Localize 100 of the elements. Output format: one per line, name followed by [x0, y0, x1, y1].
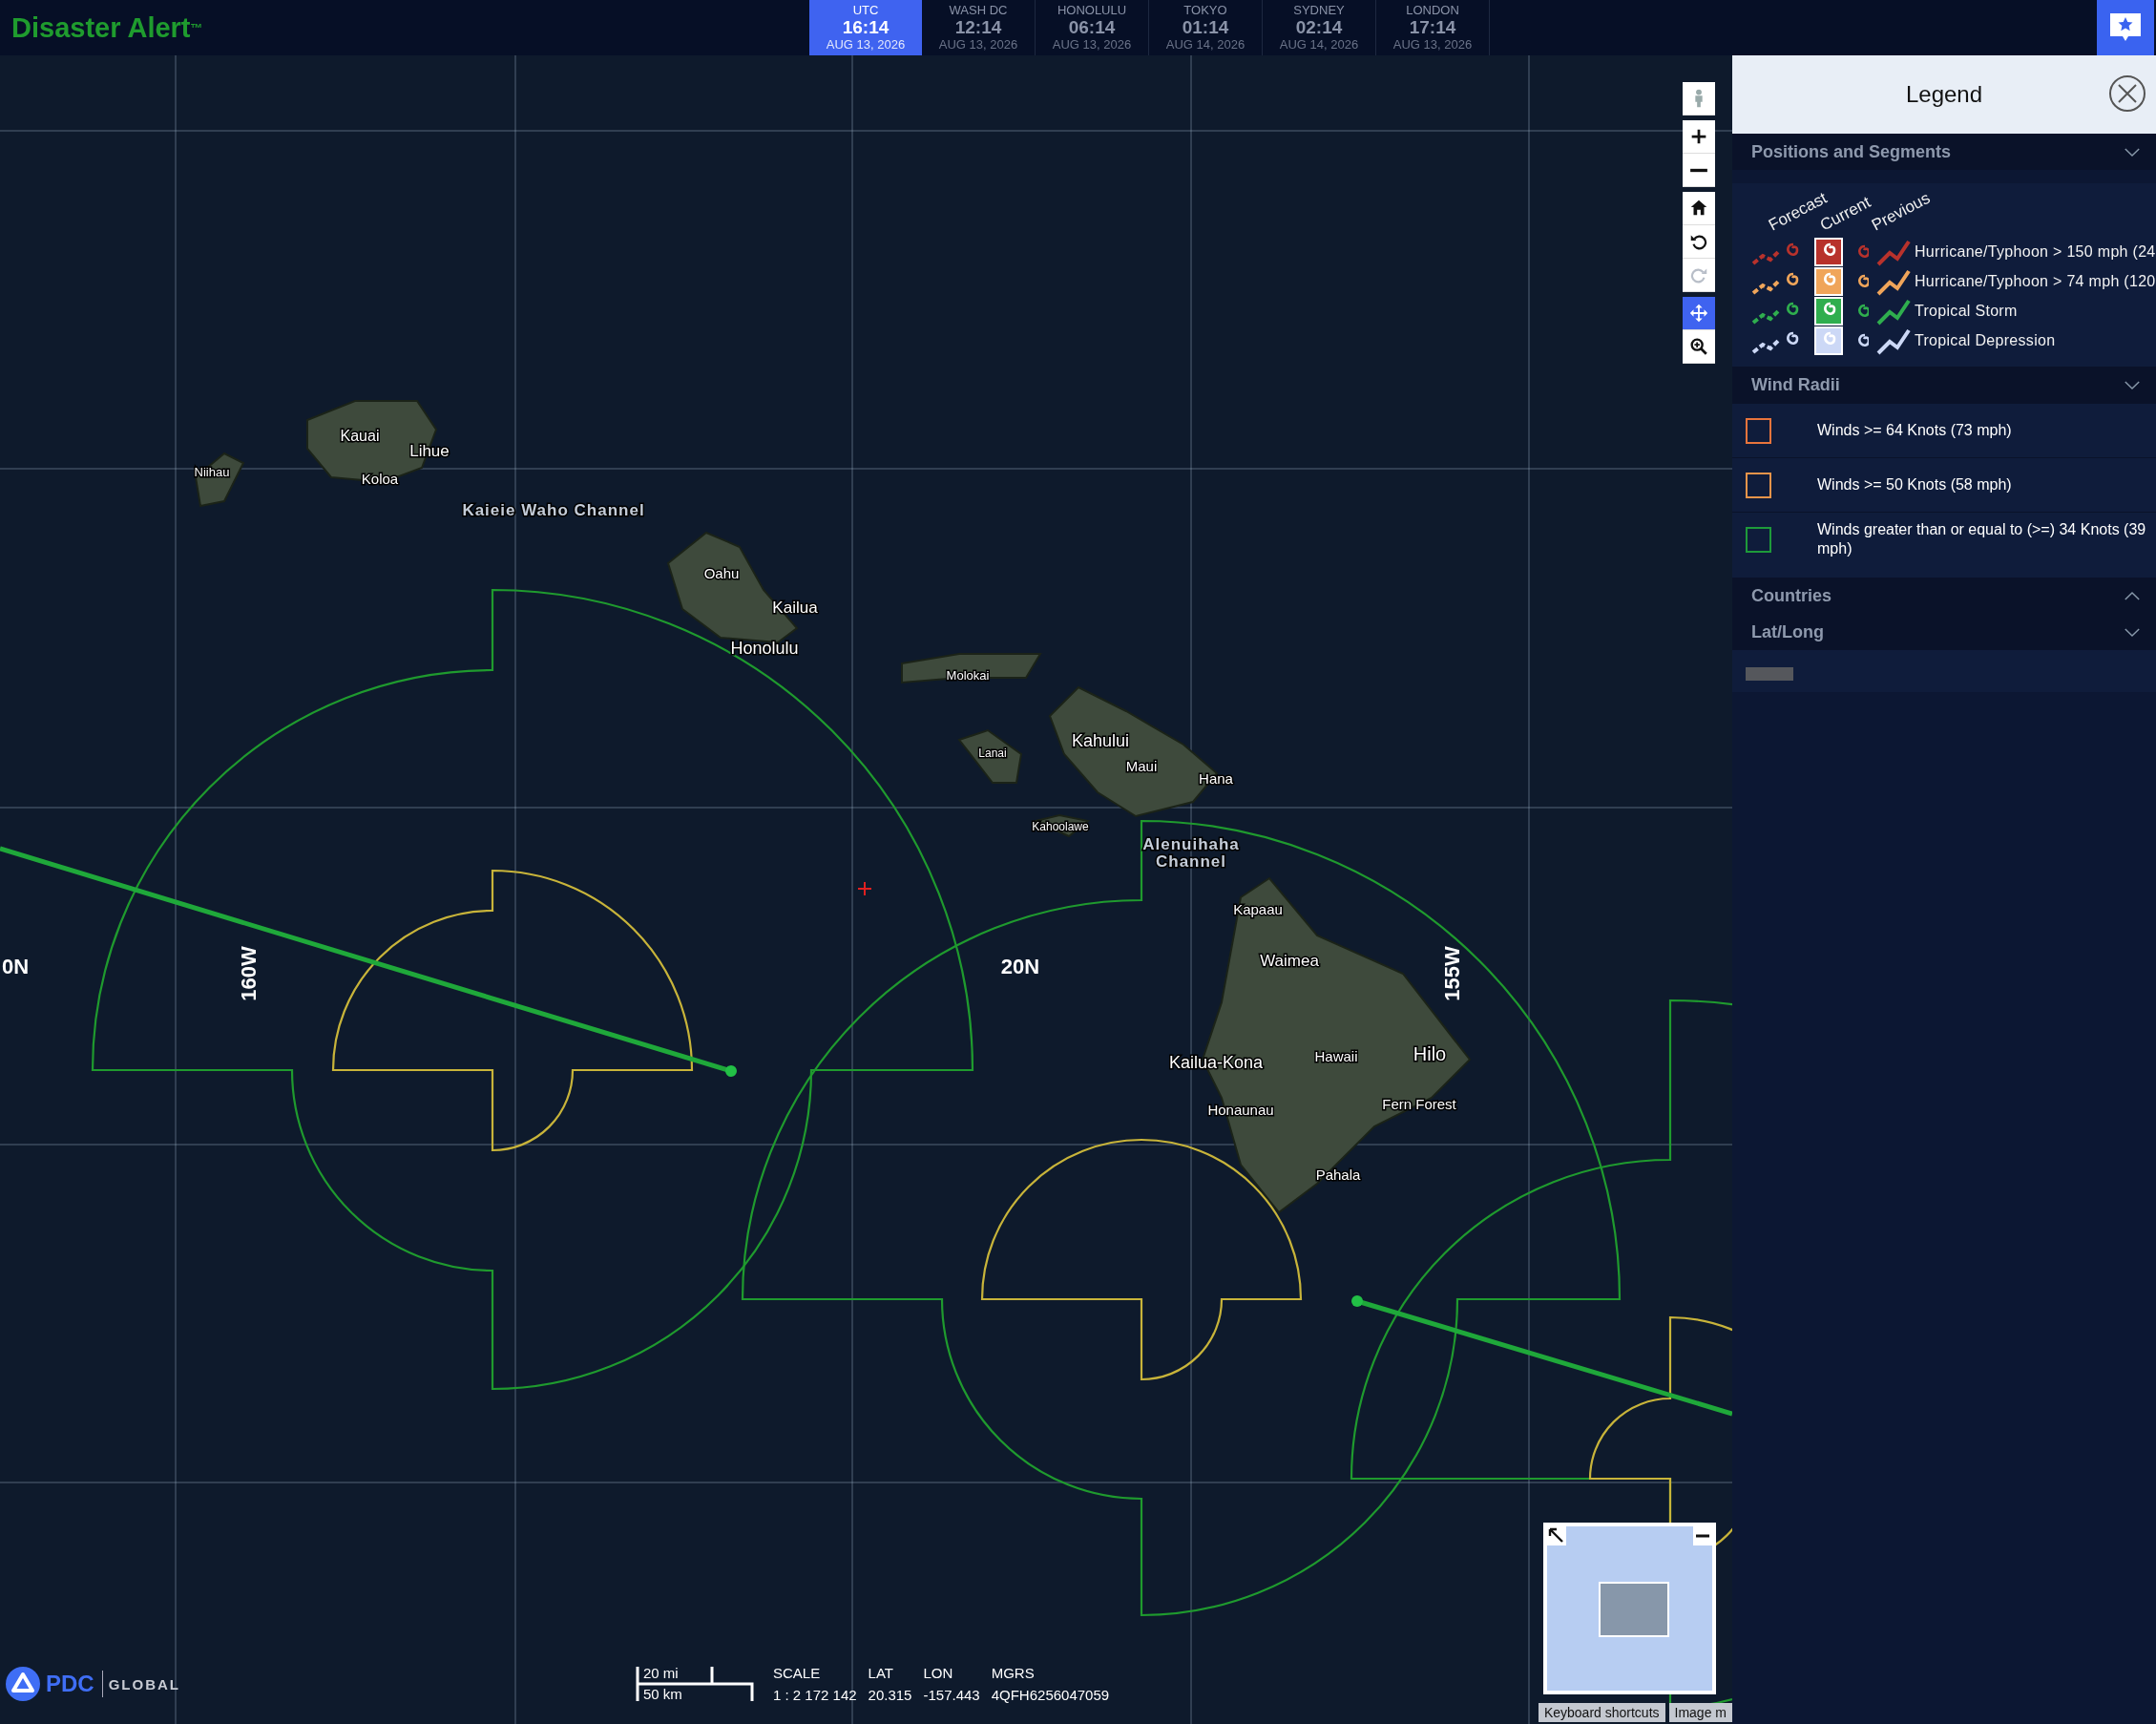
longitude-label: 160W	[236, 946, 261, 1001]
section-title: Wind Radii	[1751, 374, 1840, 395]
place-label: Kailua-Kona	[1168, 1052, 1264, 1072]
clock-time: 12:14	[954, 17, 1002, 38]
clock-time: 02:14	[1295, 17, 1343, 38]
legend-title: Legend	[1905, 81, 1983, 108]
place-label: Koloa	[361, 470, 399, 487]
scale-kilometers: 50 km	[643, 1686, 682, 1702]
clock-time: 06:14	[1068, 17, 1116, 38]
current-position-icon	[1814, 296, 1843, 326]
home-button[interactable]	[1683, 192, 1715, 225]
place-label: Niihau	[194, 465, 230, 480]
readout-value: 4QFH6256047059	[991, 1687, 1110, 1703]
clock-time: 17:14	[1409, 17, 1456, 38]
place-label: Waimea	[1260, 952, 1319, 971]
readout-value: 20.315	[868, 1687, 912, 1703]
scale-miles: 20 mi	[643, 1665, 679, 1681]
legend-label: Tropical Storm	[1915, 302, 2018, 320]
place-label: Lanai	[978, 746, 1007, 761]
legend-label: Winds greater than or equal to (>=) 34 Knots (39 mph)	[1817, 520, 2146, 558]
satellite-map[interactable]	[0, 55, 1732, 1724]
attribution-link[interactable]: Keyboard shortcuts	[1538, 1703, 1665, 1722]
place-label: Molokai	[946, 668, 990, 683]
app-logo: Disaster Alert$^{™}$	[10, 11, 204, 45]
clock-date: AUG 14, 2026	[1165, 38, 1245, 52]
legend-label: Hurricane/Typhoon > 150 mph (24	[1915, 242, 2156, 261]
place-label: Kapaau	[1233, 900, 1283, 917]
place-label: Honolulu	[730, 638, 799, 658]
previous-position-icon	[1856, 273, 1869, 289]
clock-date: AUG 13, 2026	[1392, 38, 1473, 52]
chevron-down-icon[interactable]	[2124, 379, 2141, 390]
place-label: Fern Forest	[1382, 1095, 1456, 1112]
clock-date: AUG 14, 2026	[1279, 38, 1359, 52]
current-position-icon	[1814, 326, 1843, 355]
place-label: Kailua	[772, 599, 818, 618]
chevron-down-icon[interactable]	[2124, 626, 2141, 638]
clock-city: WASH DC	[949, 4, 1008, 17]
crosshair-icon	[857, 881, 872, 896]
brand-suffix: GLOBAL	[108, 1675, 180, 1692]
previous-position-icon	[1856, 243, 1869, 260]
readout-value: -157.443	[923, 1687, 980, 1703]
place-label: Hilo	[1413, 1043, 1447, 1065]
clock-date: AUG 13, 2026	[938, 38, 1018, 52]
clock-tab[interactable]: UTC 16:14 AUG 13, 2026	[809, 0, 922, 55]
legend-label: Winds >= 64 Knots (73 mph)	[1817, 421, 2012, 440]
section-header[interactable]: Positions and Segments	[1732, 134, 2156, 170]
current-position-icon	[1814, 237, 1843, 266]
gridline-swatch-icon	[1746, 667, 1793, 681]
readout-label: LAT	[868, 1665, 894, 1681]
place-label: Kahoolawe	[1032, 820, 1089, 834]
chevron-down-icon[interactable]	[2124, 146, 2141, 158]
readout-label: SCALE	[773, 1665, 822, 1681]
minus-icon	[1689, 166, 1708, 174]
clock-city: HONOLULU	[1057, 4, 1127, 17]
readout-label: LON	[923, 1665, 954, 1681]
place-label: Pahala	[1315, 1166, 1361, 1183]
rotate-left-button[interactable]	[1683, 225, 1715, 259]
alerts-button[interactable]	[2097, 0, 2154, 55]
section-title: Positions and Segments	[1751, 141, 1952, 162]
magnifier-plus-icon	[1688, 336, 1709, 357]
place-label: Hawaii	[1314, 1047, 1358, 1064]
section-title: Countries	[1751, 585, 1832, 606]
clock-date: AUG 13, 2026	[826, 38, 906, 52]
current-position-icon	[1814, 266, 1843, 296]
longitude-label: 155W	[1439, 946, 1464, 1001]
triangle-logo-icon	[6, 1667, 40, 1701]
clock-time: 16:14	[842, 17, 890, 38]
previous-position-icon	[1856, 332, 1869, 348]
move-arrows-icon	[1688, 303, 1709, 324]
chevron-up-icon[interactable]	[2124, 590, 2141, 601]
readout-label: MGRS	[991, 1665, 1036, 1681]
pan-button[interactable]	[1683, 297, 1715, 330]
place-label: Honaunau	[1207, 1101, 1274, 1118]
zoom-out-button[interactable]	[1683, 154, 1715, 187]
zoom-box-button[interactable]	[1683, 330, 1715, 364]
section-header[interactable]: Lat/Long	[1732, 614, 2156, 650]
channel-label: Alenuihaha Channel	[1142, 835, 1240, 872]
star-pin-icon	[2110, 12, 2141, 43]
clock-city: SYDNEY	[1293, 4, 1345, 17]
place-label: Kauai	[340, 428, 380, 445]
legend-label: Winds >= 50 Knots (58 mph)	[1817, 475, 2012, 494]
clock-time: 01:14	[1182, 17, 1229, 38]
section-header[interactable]: Wind Radii	[1732, 367, 2156, 403]
attribution-link[interactable]: Image m	[1668, 1703, 1732, 1722]
previous-position-icon	[1856, 303, 1869, 319]
place-label: Lihue	[409, 442, 450, 461]
section-title: Lat/Long	[1751, 621, 1824, 642]
zoom-in-button[interactable]	[1683, 120, 1715, 154]
place-label: Maui	[1125, 757, 1158, 774]
latitude-label: 0N	[2, 954, 30, 978]
close-icon[interactable]	[2108, 74, 2146, 113]
overview-viewport[interactable]	[1599, 1582, 1669, 1637]
section-header[interactable]: Countries	[1732, 578, 2156, 614]
clock-date: AUG 13, 2026	[1052, 38, 1132, 52]
brand-name: PDC	[46, 1671, 103, 1697]
scale-bar-icon	[636, 1665, 754, 1703]
channel-label: Kaieie Waho Channel	[462, 501, 645, 520]
place-label: Hana	[1199, 769, 1233, 787]
latitude-label: 20N	[1000, 954, 1040, 978]
readout-value: 1 : 2 172 142	[773, 1687, 857, 1703]
